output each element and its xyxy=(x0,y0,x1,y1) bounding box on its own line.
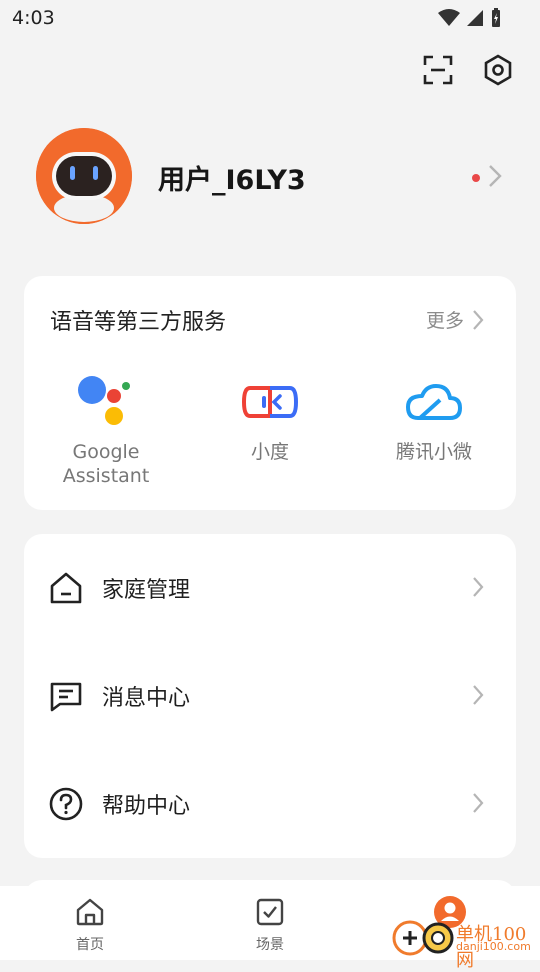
status-bar: 4:03 xyxy=(0,0,540,36)
chevron-right-icon xyxy=(473,793,484,813)
signal-icon xyxy=(467,10,483,26)
services-title: 语音等第三方服务 xyxy=(50,310,227,335)
services-card: 语音等第三方服务 更多 Google Assistant 小度 腾讯小微 xyxy=(24,276,516,510)
service-label: Google Assistant xyxy=(62,441,150,487)
checkbox-icon xyxy=(256,898,284,926)
menu-label: 家庭管理 xyxy=(102,578,191,603)
robot-avatar-icon xyxy=(36,128,132,224)
menu-label: 消息中心 xyxy=(102,686,191,711)
service-google-assistant[interactable]: Google Assistant xyxy=(24,372,188,488)
settings-button[interactable] xyxy=(478,50,518,90)
wifi-icon xyxy=(438,9,460,26)
status-icons xyxy=(438,8,502,28)
notification-dot xyxy=(472,174,480,182)
service-xiaodu[interactable]: 小度 xyxy=(188,372,352,464)
scan-button[interactable] xyxy=(418,50,458,90)
home-icon xyxy=(76,898,104,926)
watermark-url: danji100.com xyxy=(456,940,531,953)
profile-row[interactable]: 用户_I6LY3 xyxy=(36,128,506,224)
menu-item-family-management[interactable]: 家庭管理 xyxy=(24,534,516,642)
chevron-right-icon xyxy=(473,577,484,597)
status-time: 4:03 xyxy=(12,7,55,29)
tab-home[interactable]: 首页 xyxy=(0,894,180,954)
chevron-right-icon xyxy=(473,309,484,330)
more-button[interactable]: 更多 xyxy=(426,306,484,333)
scan-icon xyxy=(423,55,453,85)
service-tencent-xiaowei[interactable]: 腾讯小微 xyxy=(352,372,516,464)
tab-label: 首页 xyxy=(76,937,104,953)
service-label: 腾讯小微 xyxy=(395,441,472,463)
menu-card: 家庭管理 消息中心 帮助中心 xyxy=(24,534,516,858)
tab-label: 场景 xyxy=(256,937,284,953)
avatar[interactable] xyxy=(36,128,132,224)
menu-item-help-center[interactable]: 帮助中心 xyxy=(24,750,516,858)
home-icon xyxy=(50,572,82,604)
gear-icon xyxy=(484,54,512,86)
menu-item-message-center[interactable]: 消息中心 xyxy=(24,642,516,750)
tab-scenes[interactable]: 场景 xyxy=(180,894,360,954)
google-assistant-icon xyxy=(74,372,138,432)
chevron-right-icon xyxy=(489,165,502,187)
battery-icon xyxy=(492,8,500,27)
username: 用户_I6LY3 xyxy=(158,165,306,196)
chevron-right-icon xyxy=(473,685,484,705)
help-icon xyxy=(49,787,83,821)
service-label: 小度 xyxy=(250,441,289,463)
message-icon xyxy=(50,682,82,712)
tencent-xiaowei-cloud-icon xyxy=(402,372,466,432)
menu-label: 帮助中心 xyxy=(102,794,191,819)
more-label: 更多 xyxy=(425,310,464,332)
xiaodu-icon xyxy=(238,372,302,432)
